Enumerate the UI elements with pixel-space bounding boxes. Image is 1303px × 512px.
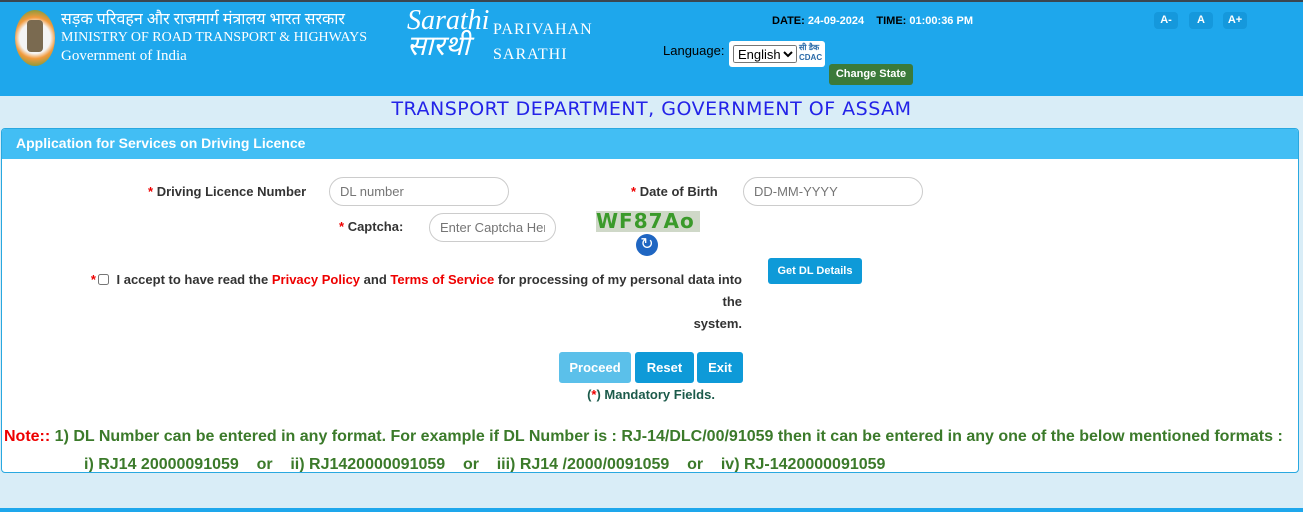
- page-title: TRANSPORT DEPARTMENT, GOVERNMENT OF ASSA…: [391, 98, 912, 120]
- change-state-button[interactable]: Change State: [829, 64, 913, 85]
- accept-text2: for processing of my personal data into …: [497, 272, 742, 309]
- required-mark: *: [631, 184, 637, 199]
- panel-heading: Application for Services on Driving Lice…: [2, 129, 1298, 159]
- refresh-captcha-icon[interactable]: ↻: [636, 234, 658, 256]
- brand-line1: PARIVAHAN: [493, 21, 593, 38]
- time-value: 01:00:36 PM: [909, 15, 973, 27]
- required-mark: *: [90, 272, 96, 287]
- language-box: English सी डैक CDAC: [729, 41, 825, 67]
- dob-label: * Date of Birth: [631, 184, 718, 199]
- time-label: TIME:: [876, 15, 907, 27]
- footer-bar: [0, 508, 1303, 512]
- privacy-policy-link[interactable]: Privacy Policy: [272, 272, 360, 287]
- sarathi-logo: Sarathi सारथी: [407, 5, 490, 62]
- dl-services-panel: Application for Services on Driving Lice…: [1, 128, 1299, 473]
- cdac-logo: सी डैक CDAC: [799, 43, 823, 62]
- ministry-hindi: सड़क परिवहन और राजमार्ग मंत्रालय भारत सर…: [61, 11, 345, 28]
- get-dl-details-button[interactable]: Get DL Details: [768, 258, 862, 284]
- terms-of-service-link[interactable]: Terms of Service: [390, 272, 494, 287]
- mand-close: ) Mandatory Fields.: [596, 387, 715, 402]
- language-label: Language:: [663, 43, 725, 58]
- captcha-label: * Captcha:: [339, 219, 403, 234]
- ministry-english: MINISTRY OF ROAD TRANSPORT & HIGHWAYS: [61, 30, 368, 45]
- font-normal-button[interactable]: A: [1189, 12, 1213, 29]
- dl-label-text: Driving Licence Number: [156, 184, 307, 199]
- captcha-input[interactable]: [429, 213, 556, 242]
- note-line1: Note:: 1) DL Number can be entered in an…: [4, 428, 1283, 446]
- date-time: DATE: 24-09-2024 TIME: 01:00:36 PM: [772, 15, 973, 27]
- note-text1: 1) DL Number can be entered in any forma…: [54, 428, 1283, 445]
- note-label: Note::: [4, 428, 51, 445]
- font-increase-button[interactable]: A+: [1223, 12, 1247, 29]
- dob-label-text: Date of Birth: [639, 184, 718, 199]
- date-label: DATE:: [772, 15, 805, 27]
- accept-text3: system.: [693, 316, 742, 331]
- national-emblem-logo: [15, 10, 55, 66]
- brand-line2: SARATHI: [493, 46, 568, 63]
- ministry-block: सड़क परिवहन और राजमार्ग मंत्रालय भारत सर…: [61, 11, 367, 65]
- required-mark: *: [148, 184, 154, 199]
- captcha-image: WF87Ao: [596, 211, 700, 232]
- font-decrease-button[interactable]: A-: [1154, 12, 1178, 29]
- date-value: 24-09-2024: [807, 15, 865, 27]
- note-line2: i) RJ14 20000091059 or ii) RJ14200000910…: [84, 456, 886, 473]
- and-text: and: [363, 272, 387, 287]
- brand-text: PARIVAHAN SARATHI: [493, 17, 593, 67]
- mandatory-fields-note: (*) Mandatory Fields.: [2, 387, 1298, 402]
- captcha-label-text: Captcha:: [347, 219, 404, 234]
- language-select[interactable]: English: [733, 45, 797, 63]
- consent-text: * I accept to have read the Privacy Poli…: [90, 269, 742, 335]
- consent-checkbox[interactable]: [97, 274, 109, 285]
- dl-number-label: * Driving Licence Number: [148, 184, 306, 199]
- reset-button[interactable]: Reset: [635, 352, 694, 383]
- government-text: Government of India: [61, 48, 187, 64]
- required-mark: *: [339, 219, 345, 234]
- dob-input[interactable]: [743, 177, 923, 206]
- dl-number-input[interactable]: [329, 177, 509, 206]
- accept-text1: I accept to have read the: [116, 272, 269, 287]
- exit-button[interactable]: Exit: [697, 352, 743, 383]
- proceed-button[interactable]: Proceed: [559, 352, 631, 383]
- header: सड़क परिवहन और राजमार्ग मंत्रालय भारत सर…: [0, 0, 1303, 96]
